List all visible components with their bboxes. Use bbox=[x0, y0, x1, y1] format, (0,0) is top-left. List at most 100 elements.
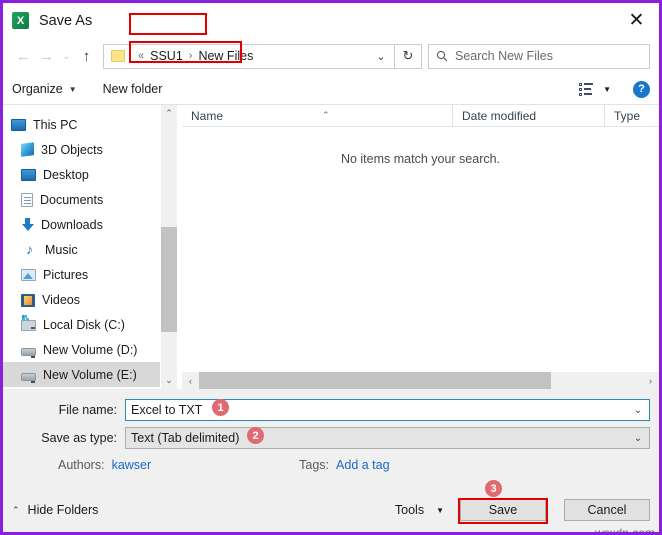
save-form: File name: Excel to TXT ⌄ Save as type: … bbox=[3, 389, 659, 479]
recent-locations-button[interactable]: ⌄ bbox=[58, 44, 75, 68]
view-layout-icon[interactable] bbox=[579, 82, 594, 96]
refresh-icon[interactable]: ↻ bbox=[395, 43, 422, 69]
file-name-input[interactable]: Excel to TXT ⌄ bbox=[125, 399, 650, 421]
tags-label: Tags: bbox=[299, 458, 330, 472]
column-header-name[interactable]: Name ⌃ bbox=[182, 105, 452, 127]
save-button[interactable]: Save bbox=[460, 499, 546, 521]
sidebar-item-label: New Volume (E:) bbox=[43, 367, 137, 382]
file-name-label: File name: bbox=[58, 403, 117, 417]
disk-icon bbox=[21, 318, 36, 331]
tools-label: Tools bbox=[394, 503, 425, 517]
sidebar-item-documents[interactable]: Documents bbox=[3, 187, 160, 212]
sidebar-item-this-pc[interactable]: This PC bbox=[3, 112, 160, 137]
drive-icon bbox=[21, 372, 36, 383]
sidebar-scrollbar[interactable]: ⌃ ⌄ bbox=[160, 105, 177, 389]
tags-group: Tags: Add a tag bbox=[299, 458, 389, 472]
scroll-left-icon[interactable]: ‹ bbox=[182, 372, 199, 389]
cancel-button[interactable]: Cancel bbox=[564, 499, 650, 521]
save-as-type-row: Save as type: Text (Tab delimited) ⌄ bbox=[3, 427, 659, 449]
file-list-pane: Name ⌃ Date modified Type No items match… bbox=[182, 104, 659, 389]
help-icon[interactable]: ? bbox=[633, 80, 650, 98]
watermark: wsxdn.com bbox=[594, 526, 655, 535]
empty-state-message: No items match your search. bbox=[340, 152, 501, 166]
file-name-value: Excel to TXT bbox=[131, 403, 203, 417]
breadcrumb-item-new-files[interactable]: New Files bbox=[198, 49, 253, 63]
organize-button[interactable]: Organize ▼ bbox=[12, 82, 77, 96]
cube-icon bbox=[21, 142, 34, 157]
chevron-down-icon[interactable]: ⌄ bbox=[627, 433, 649, 444]
search-icon bbox=[429, 50, 455, 62]
sidebar-item-music[interactable]: ♪ Music bbox=[3, 237, 160, 262]
sidebar-item-label: Desktop bbox=[43, 167, 89, 182]
sidebar-item-videos[interactable]: Videos bbox=[3, 287, 160, 312]
close-icon[interactable]: ✕ bbox=[614, 3, 659, 38]
excel-icon: X bbox=[12, 12, 29, 29]
breadcrumb-separator-first: « bbox=[138, 50, 145, 62]
sidebar-item-label: Videos bbox=[42, 292, 80, 307]
up-button[interactable]: ↑ bbox=[75, 44, 98, 68]
save-as-dialog: X Save As ✕ ← → ⌄ ↑ « SSU1 › New Files ⌄… bbox=[0, 0, 662, 535]
scrollbar-track[interactable] bbox=[161, 122, 177, 372]
add-a-tag-link[interactable]: Add a tag bbox=[336, 458, 390, 472]
breadcrumb-item-ssu1[interactable]: SSU1 bbox=[150, 49, 183, 63]
organize-label: Organize bbox=[12, 82, 63, 96]
search-input[interactable]: Search New Files bbox=[455, 49, 553, 63]
address-bar[interactable]: « SSU1 › New Files ⌄ bbox=[103, 43, 395, 69]
scroll-up-icon[interactable]: ⌃ bbox=[161, 105, 177, 122]
hscrollbar-thumb[interactable] bbox=[199, 372, 551, 389]
chevron-down-icon: ▼ bbox=[436, 505, 444, 515]
sidebar-item-new-volume-d[interactable]: New Volume (D:) bbox=[3, 337, 160, 362]
navigation-pane: This PC 3D Objects Desktop Documents Dow… bbox=[3, 105, 160, 389]
metadata-row: Authors: kawser Tags: Add a tag bbox=[3, 455, 659, 475]
new-folder-button[interactable]: New folder bbox=[103, 82, 163, 96]
sidebar-item-pictures[interactable]: Pictures bbox=[3, 262, 160, 287]
download-icon bbox=[21, 217, 34, 232]
scrollbar-thumb[interactable] bbox=[161, 227, 177, 332]
sidebar-item-downloads[interactable]: Downloads bbox=[3, 212, 160, 237]
sidebar-item-local-disk-c[interactable]: Local Disk (C:) bbox=[3, 312, 160, 337]
new-folder-label: New folder bbox=[102, 82, 163, 96]
column-header-type[interactable]: Type bbox=[604, 104, 659, 127]
save-as-type-label: Save as type: bbox=[41, 431, 117, 445]
monitor-icon bbox=[21, 169, 36, 181]
sidebar-item-label: Documents bbox=[40, 192, 104, 207]
chevron-down-icon[interactable]: ⌄ bbox=[368, 45, 394, 68]
dialog-body: This PC 3D Objects Desktop Documents Dow… bbox=[3, 104, 659, 389]
sidebar-item-3d-objects[interactable]: 3D Objects bbox=[3, 137, 160, 162]
column-header-date-modified[interactable]: Date modified bbox=[452, 104, 604, 127]
authors-value[interactable]: kawser bbox=[112, 458, 152, 472]
annotation-badge-2: 2 bbox=[247, 427, 264, 444]
scroll-right-icon[interactable]: › bbox=[642, 372, 659, 389]
sidebar-item-label: Music bbox=[45, 242, 78, 257]
authors-label: Authors: bbox=[58, 458, 105, 472]
command-toolbar: Organize ▼ New folder ▼ ? bbox=[3, 74, 659, 105]
sidebar-item-new-volume-e[interactable]: New Volume (E:) bbox=[3, 362, 160, 387]
hide-folders-button[interactable]: ⌃ Hide Folders bbox=[12, 503, 98, 517]
forward-button[interactable]: → bbox=[35, 44, 58, 68]
annotation-badge-3: 3 bbox=[485, 480, 502, 497]
file-name-row: File name: Excel to TXT ⌄ bbox=[3, 399, 659, 421]
sidebar-item-desktop[interactable]: Desktop bbox=[3, 162, 160, 187]
search-box[interactable]: Search New Files bbox=[428, 43, 650, 69]
picture-icon bbox=[21, 269, 36, 281]
dialog-footer: ⌃ Hide Folders Tools ▼ Save Cancel wsxdn… bbox=[3, 479, 659, 535]
hscrollbar-track[interactable] bbox=[199, 372, 642, 389]
title-bar: X Save As ✕ bbox=[3, 3, 659, 38]
file-list-horizontal-scrollbar[interactable]: ‹ › bbox=[182, 372, 659, 389]
back-button[interactable]: ← bbox=[12, 44, 35, 68]
drive-icon bbox=[21, 347, 36, 358]
navigation-bar: ← → ⌄ ↑ « SSU1 › New Files ⌄ ↻ Search Ne… bbox=[3, 38, 659, 74]
chevron-down-icon[interactable]: ⌄ bbox=[627, 405, 649, 416]
tools-button[interactable]: Tools ▼ bbox=[395, 503, 444, 517]
column-headers: Name ⌃ Date modified Type bbox=[182, 104, 659, 127]
scroll-down-icon[interactable]: ⌄ bbox=[161, 372, 177, 389]
document-icon bbox=[21, 192, 33, 207]
hide-folders-label: Hide Folders bbox=[27, 503, 99, 517]
view-dropdown-icon[interactable]: ▼ bbox=[603, 85, 611, 94]
save-as-type-select[interactable]: Text (Tab delimited) ⌄ bbox=[125, 427, 650, 449]
sidebar-item-label: New Volume (D:) bbox=[43, 342, 138, 357]
breadcrumb-separator: › bbox=[188, 50, 193, 62]
music-note-icon: ♪ bbox=[26, 241, 33, 257]
monitor-icon bbox=[11, 119, 26, 131]
video-icon bbox=[21, 293, 35, 307]
